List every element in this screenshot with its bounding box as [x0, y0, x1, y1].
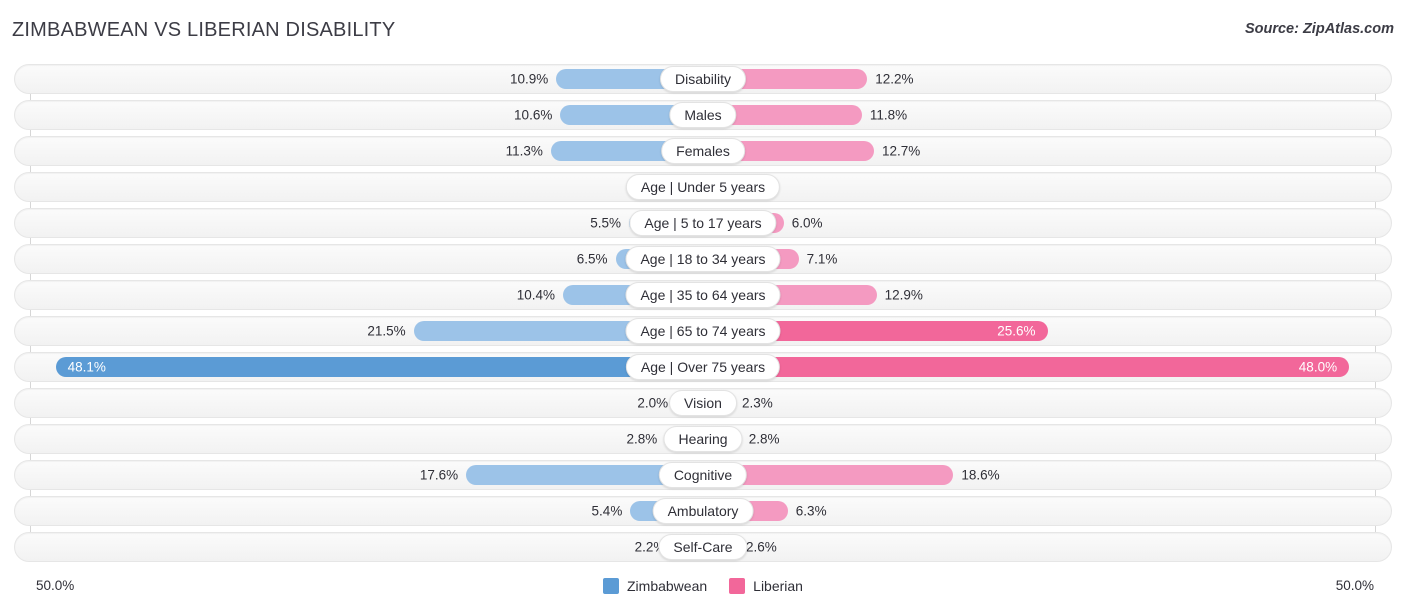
category-label: Self-Care — [658, 534, 748, 560]
value-label-liberian: 25.6% — [997, 323, 1036, 339]
value-label-zimbabwean: 48.1% — [67, 359, 106, 375]
legend-swatch-icon — [603, 578, 619, 594]
value-label-liberian: 12.9% — [884, 287, 923, 303]
bar-liberian: 48.0% — [703, 357, 1350, 377]
chart-row: 2.0% 2.3% Vision — [0, 385, 1406, 421]
legend-label: Zimbabwean — [627, 578, 708, 594]
chart-row: 2.2% 2.6% Self-Care — [0, 529, 1406, 565]
value-label-liberian: 48.0% — [1298, 359, 1338, 375]
value-label-liberian: 18.6% — [961, 467, 1000, 483]
category-label: Age | 65 to 74 years — [625, 318, 781, 344]
value-label-zimbabwean: 11.3% — [505, 143, 543, 159]
chart-row: 11.3% 12.7% Females — [0, 133, 1406, 169]
value-label-zimbabwean: 10.4% — [516, 287, 556, 303]
value-label-zimbabwean: 2.0% — [637, 395, 669, 411]
chart-row: 1.2%1.3%Age | Under 5 years — [0, 169, 1406, 205]
value-label-liberian: 11.8% — [869, 107, 908, 123]
legend-label: Liberian — [753, 578, 803, 594]
value-label-zimbabwean: 21.5% — [367, 323, 406, 339]
category-label: Age | 35 to 64 years — [625, 282, 781, 308]
value-label-liberian: 7.1% — [806, 251, 838, 267]
category-label: Age | Over 75 years — [625, 354, 781, 380]
chart-row: 5.5% 6.0% Age | 5 to 17 years — [0, 205, 1406, 241]
value-label-zimbabwean: 5.5% — [590, 215, 621, 231]
legend-item[interactable]: Zimbabwean — [603, 578, 707, 594]
category-label: Disability — [659, 66, 747, 92]
value-label-liberian: 2.8% — [748, 431, 780, 447]
bar-zimbabwean: 48.1% — [55, 357, 703, 377]
value-label-zimbabwean: 10.6% — [514, 107, 553, 123]
value-label-liberian: 6.3% — [795, 503, 827, 519]
category-label: Males — [669, 102, 737, 128]
category-label: Hearing — [663, 426, 743, 452]
chart-row: 10.9% 12.2% Disability — [0, 61, 1406, 97]
category-label: Age | 5 to 17 years — [629, 210, 777, 236]
category-label: Cognitive — [658, 462, 748, 488]
chart-footer: 50.0% 50.0% Zimbabwean Liberian — [0, 566, 1406, 612]
chart-row: 17.6% 18.6% Cognitive — [0, 457, 1406, 493]
chart-row: 5.4% 6.3% Ambulatory — [0, 493, 1406, 529]
category-label: Ambulatory — [652, 498, 754, 524]
chart-row: 6.5% 7.1% Age | 18 to 34 years — [0, 241, 1406, 277]
chart-page: Zimbabwean vs Liberian Disability Source… — [0, 0, 1406, 612]
category-label: Vision — [669, 390, 737, 416]
legend-swatch-icon — [729, 578, 746, 594]
value-label-liberian: 12.7% — [881, 143, 921, 159]
chart-header: Zimbabwean vs Liberian Disability Source… — [0, 0, 1406, 56]
value-label-zimbabwean: 2.8% — [626, 431, 658, 447]
chart-row: 25.6% 21.5% Age | 65 to 74 years — [0, 313, 1406, 349]
category-label: Age | 18 to 34 years — [625, 246, 781, 272]
chart-row: 10.6% 11.8% Males — [0, 97, 1406, 133]
chart-row: 2.8% 2.8% Hearing — [0, 421, 1406, 457]
category-label: Age | Under 5 years — [625, 174, 781, 200]
chart-legend: Zimbabwean Liberian — [0, 578, 1406, 594]
diverging-bar-chart: 10.9% 12.2% Disability 10.6% 11.8% Males 11.3%… — [0, 56, 1406, 566]
chart-rows: 10.9% 12.2% Disability 10.6% 11.8% Males 11.3%… — [0, 61, 1406, 565]
chart-row: 10.4% 12.9% Age | 35 to 64 years — [0, 277, 1406, 313]
value-label-zimbabwean: 17.6% — [419, 467, 459, 483]
chart-row: 48.1% 48.0% Age | Over 75 years — [0, 349, 1406, 385]
legend-item[interactable]: Liberian — [729, 578, 803, 594]
page-title: Zimbabwean vs Liberian Disability — [12, 19, 396, 41]
value-label-zimbabwean: 6.5% — [576, 251, 608, 267]
value-label-liberian: 6.0% — [791, 215, 823, 231]
category-label: Females — [661, 138, 745, 164]
value-label-liberian: 2.6% — [745, 539, 777, 555]
value-label-liberian: 2.3% — [741, 395, 773, 411]
value-label-zimbabwean: 10.9% — [510, 71, 549, 87]
source-attribution: Source: ZipAtlas.com — [1244, 21, 1394, 37]
value-label-zimbabwean: 5.4% — [591, 503, 623, 519]
value-label-liberian: 12.2% — [875, 71, 914, 87]
